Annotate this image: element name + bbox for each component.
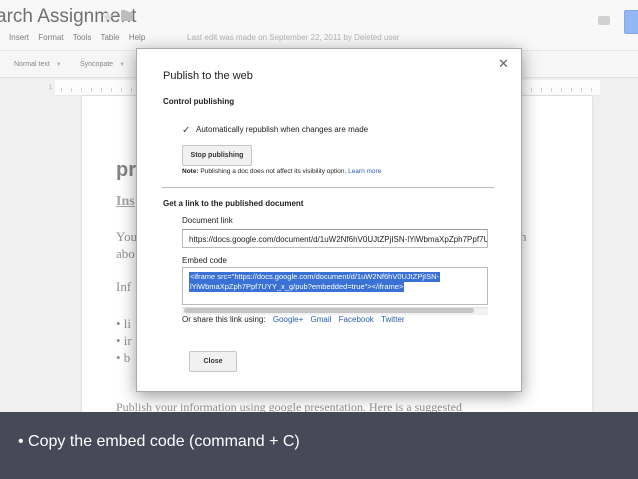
publish-note: Note: Publishing a doc does not affect i…: [182, 168, 381, 175]
document-link-input[interactable]: https://docs.google.com/document/d/1uW2N…: [182, 229, 488, 248]
divider: [162, 187, 494, 188]
note-prefix: Note:: [182, 168, 199, 175]
stop-publishing-button[interactable]: Stop publishing: [182, 145, 252, 166]
note-text: Publishing a doc does not affect its vis…: [198, 168, 349, 175]
close-icon[interactable]: ✕: [498, 56, 509, 72]
share-gmail-link[interactable]: Gmail: [311, 315, 332, 324]
control-publishing-heading: Control publishing: [163, 97, 235, 106]
auto-republish-label[interactable]: Automatically republish when changes are…: [196, 125, 368, 134]
caption-text: • Copy the embed code (command + C): [18, 433, 300, 450]
share-google-plus-link[interactable]: Google+: [273, 315, 303, 324]
share-twitter-link[interactable]: Twitter: [381, 315, 405, 324]
embed-code-label: Embed code: [182, 256, 227, 265]
share-facebook-link[interactable]: Facebook: [339, 315, 374, 324]
dialog-title: Publish to the web: [163, 70, 253, 82]
get-link-heading: Get a link to the published document: [163, 199, 304, 208]
close-button[interactable]: Close: [189, 351, 237, 372]
share-links-row: Or share this link using: Google+ Gmail …: [182, 315, 405, 324]
learn-more-link[interactable]: Learn more: [348, 168, 381, 175]
embed-code-line: lYiWbmaXpZph7Ppf7UYY_x_g/pub?embedded=tr…: [189, 282, 405, 292]
publish-dialog: Publish to the web ✕ Control publishing …: [136, 48, 522, 392]
embed-code-textarea[interactable]: <iframe src="https://docs.google.com/doc…: [182, 267, 488, 305]
auto-republish-checkbox[interactable]: ✓: [182, 125, 190, 136]
document-link-label: Document link: [182, 216, 233, 225]
share-label: Or share this link using:: [182, 315, 266, 324]
scrollbar-thumb[interactable]: [184, 308, 474, 313]
embed-code-line: <iframe src="https://docs.google.com/doc…: [189, 272, 441, 282]
